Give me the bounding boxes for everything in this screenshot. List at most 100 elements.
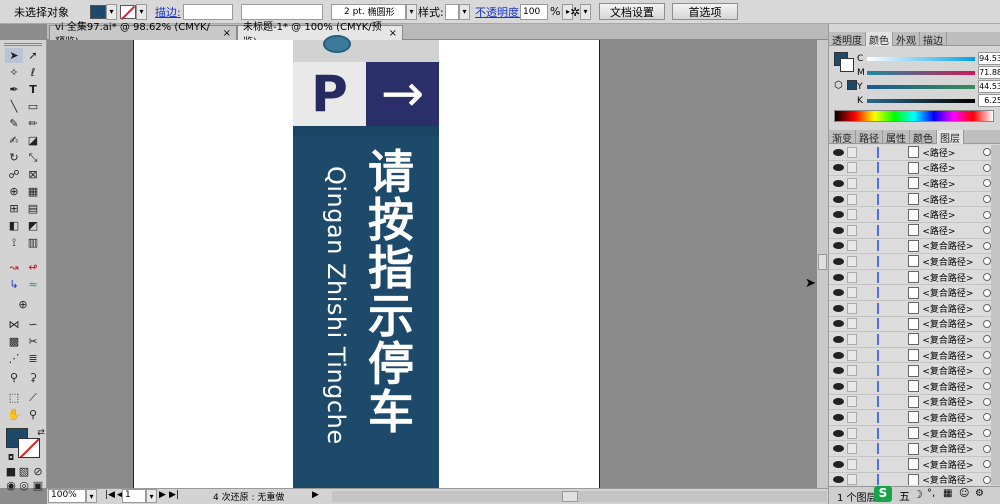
eye-icon[interactable] <box>833 179 844 187</box>
tab-document-1[interactable]: vi 全集97.ai* @ 98.62% (CMYK/预览) × <box>49 22 237 48</box>
scrollbar-thumb[interactable] <box>562 491 578 502</box>
lock-toggle[interactable] <box>846 162 857 174</box>
tab-document-2[interactable]: 未标题-1* @ 100% (CMYK/预览) × <box>237 22 403 48</box>
tab-attributes[interactable]: 属性 <box>883 130 910 145</box>
last-page-icon[interactable]: ▶| <box>169 490 179 500</box>
color-spectrum-bar[interactable] <box>834 110 994 122</box>
layers-list[interactable]: <路径> <路径> <路径> <路径> <路径> <路径> <复合路径> <复合路径> <复合路… <box>829 145 991 485</box>
eye-icon[interactable] <box>833 164 844 172</box>
user-icon[interactable]: ☺ <box>959 488 969 499</box>
layer-row[interactable]: <复合路径> <box>829 457 991 473</box>
eye-icon[interactable] <box>833 304 844 312</box>
lock-toggle[interactable] <box>846 443 857 455</box>
document-setup-button[interactable]: 文档设置 <box>599 3 665 20</box>
keyboard-icon[interactable]: ▦ <box>943 488 952 499</box>
first-page-icon[interactable]: |◀ <box>105 490 115 500</box>
target-circle-icon[interactable] <box>983 273 991 282</box>
lock-toggle[interactable] <box>846 209 857 221</box>
scrollbar-thumb[interactable] <box>818 254 827 270</box>
parking-sign[interactable]: P → Qingan Zhishi Tingche 请 按 指 示 停 车 <box>293 35 439 488</box>
envelope-tool-icon[interactable]: ⋈ <box>5 317 23 332</box>
lock-toggle[interactable] <box>846 271 857 283</box>
eyedropper-icon[interactable]: ⚲ <box>5 370 23 385</box>
tab-layers[interactable]: 图层 <box>937 130 964 145</box>
lock-toggle[interactable] <box>846 427 857 439</box>
layer-row[interactable]: <复合路径> <box>829 426 991 442</box>
default-colors-icon[interactable]: ◘ <box>2 450 20 465</box>
type-tool-icon[interactable]: T <box>24 82 42 97</box>
page-field[interactable]: 1 <box>122 489 146 503</box>
eye-icon[interactable] <box>833 335 844 343</box>
layer-row[interactable]: <路径> <box>829 161 991 177</box>
layer-row[interactable]: <复合路径> <box>829 239 991 255</box>
bar-graph-tool-icon[interactable]: ▩ <box>5 334 23 349</box>
layer-row[interactable]: <复合路径> <box>829 332 991 348</box>
measure-tool-icon[interactable]: ⚳ <box>24 370 42 385</box>
chevron-down-icon[interactable]: ▾ <box>580 3 592 20</box>
layer-row[interactable]: <复合路径> <box>829 317 991 333</box>
settings-icon[interactable]: ⚙ <box>975 488 984 499</box>
pencil-tool-icon[interactable]: ✏ <box>24 116 42 131</box>
eye-icon[interactable] <box>833 351 844 359</box>
layer-row[interactable]: <路径> <box>829 223 991 239</box>
layer-row[interactable]: <复合路径> <box>829 363 991 379</box>
ime-mode-label[interactable]: 五 <box>899 488 910 504</box>
lock-toggle[interactable] <box>846 474 857 485</box>
target-circle-icon[interactable] <box>983 304 991 313</box>
eye-icon[interactable] <box>833 413 844 421</box>
lock-toggle[interactable] <box>846 177 857 189</box>
eye-icon[interactable] <box>833 226 844 234</box>
cyan-value-field[interactable]: 94.53 <box>978 52 1000 65</box>
lock-toggle[interactable] <box>846 224 857 236</box>
lock-toggle[interactable] <box>846 240 857 252</box>
layer-row[interactable]: <复合路径> <box>829 254 991 270</box>
symbol-sprayer-tool-icon[interactable]: ⊕ <box>14 297 32 312</box>
rectangle-tool-icon[interactable]: ▭ <box>24 99 42 114</box>
eye-icon[interactable] <box>833 242 844 250</box>
lasso-tool-icon[interactable]: ℓ <box>24 65 42 80</box>
layer-row[interactable]: <复合路径> <box>829 410 991 426</box>
layer-row[interactable]: <复合路径> <box>829 301 991 317</box>
lock-toggle[interactable] <box>846 255 857 267</box>
target-circle-icon[interactable] <box>983 179 991 188</box>
target-circle-icon[interactable] <box>983 195 991 204</box>
slice-tool-icon[interactable]: ✂ <box>24 334 42 349</box>
yellow-slider[interactable]: Y 44.53 <box>857 80 1000 93</box>
artboard-tool-icon[interactable]: ⬚ <box>5 390 23 405</box>
target-circle-icon[interactable] <box>983 413 991 422</box>
line-graph-tool-icon[interactable]: ⋰ <box>5 351 23 366</box>
lock-toggle[interactable] <box>846 193 857 205</box>
free-transform-tool-icon[interactable]: ⊠ <box>24 167 42 182</box>
panel-grip[interactable] <box>4 43 42 46</box>
eye-icon[interactable] <box>833 429 844 437</box>
rotate-tool-icon[interactable]: ↻ <box>5 150 23 165</box>
hand-tool-icon[interactable]: ✋ <box>5 407 23 422</box>
blob-brush-tool-icon[interactable]: ✍ <box>5 133 23 148</box>
canvas-area[interactable]: P → Qingan Zhishi Tingche 请 按 指 示 停 车 ➤ <box>47 35 828 488</box>
target-circle-icon[interactable] <box>983 226 991 235</box>
target-circle-icon[interactable] <box>983 163 991 172</box>
layer-row[interactable]: <路径> <box>829 145 991 161</box>
target-circle-icon[interactable] <box>983 210 991 219</box>
cube-icon[interactable]: ⬡ <box>834 80 843 91</box>
black-value-field[interactable]: 6.25 <box>978 94 1000 107</box>
eye-icon[interactable] <box>833 257 844 265</box>
magic-wand-tool-icon[interactable]: ✧ <box>5 65 23 80</box>
chevron-down-icon[interactable]: ▾ <box>146 489 157 503</box>
layer-row[interactable]: <复合路径> <box>829 285 991 301</box>
none-mode-icon[interactable]: ⊘ <box>29 464 47 479</box>
target-circle-icon[interactable] <box>983 397 991 406</box>
target-circle-icon[interactable] <box>983 460 991 469</box>
ime-logo-icon[interactable]: S <box>874 486 892 502</box>
lock-toggle[interactable] <box>846 146 857 158</box>
tab-gradient[interactable]: 渐变 <box>829 130 856 145</box>
tab-appearance[interactable]: 外观 <box>893 32 920 47</box>
target-circle-icon[interactable] <box>983 288 991 297</box>
list-tool-icon[interactable]: ≣ <box>24 351 42 366</box>
lock-toggle[interactable] <box>846 349 857 361</box>
target-circle-icon[interactable] <box>983 148 991 157</box>
target-circle-icon[interactable] <box>983 366 991 375</box>
target-circle-icon[interactable] <box>983 444 991 453</box>
lock-toggle[interactable] <box>846 380 857 392</box>
layer-row[interactable]: <复合路径> <box>829 379 991 395</box>
